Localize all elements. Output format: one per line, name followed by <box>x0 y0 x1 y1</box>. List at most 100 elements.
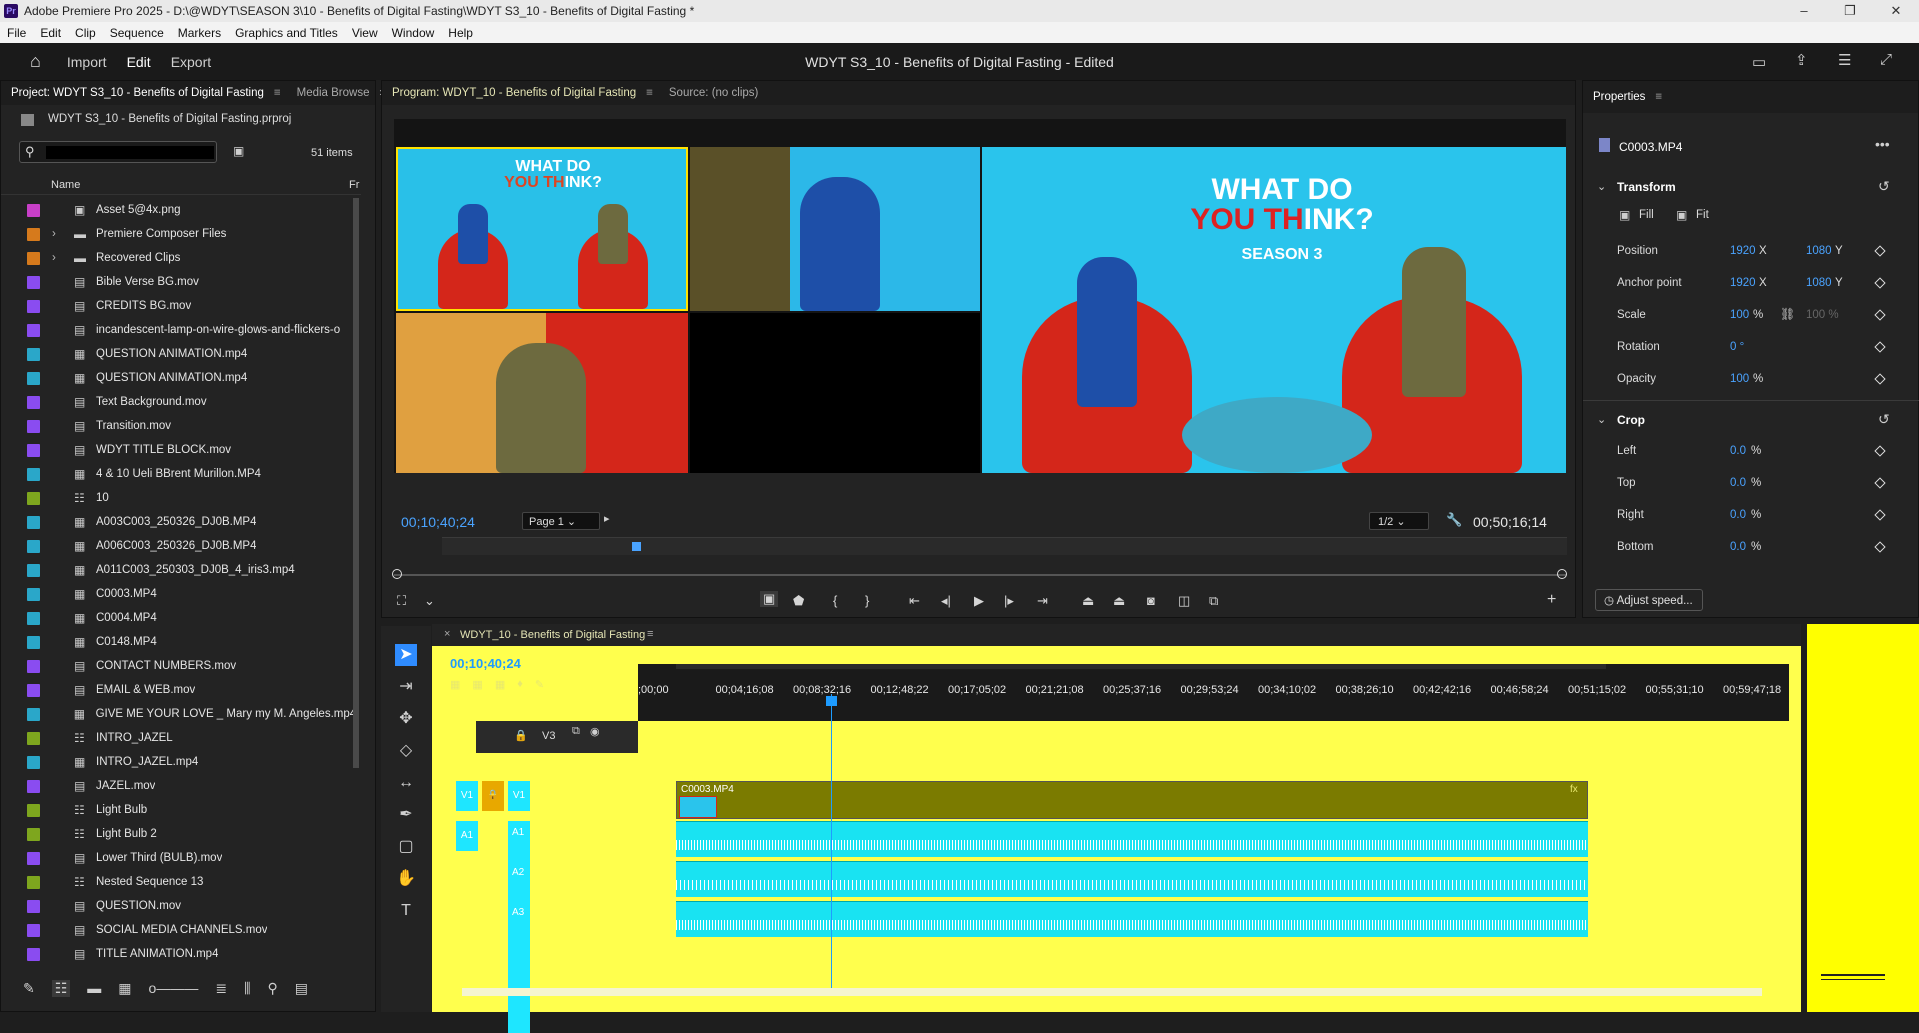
pen-tool-icon[interactable]: ✒ <box>395 804 417 826</box>
resolution-select[interactable]: 1/2 ⌄ <box>1369 512 1429 530</box>
label-color-swatch[interactable] <box>27 947 40 961</box>
list-item[interactable]: ☷ Light Bulb 2 <box>1 822 354 846</box>
label-color-swatch[interactable] <box>27 539 40 553</box>
video-fx-icon[interactable]: fx <box>1570 784 1578 795</box>
label-color-swatch[interactable] <box>27 779 40 793</box>
zoom-bar[interactable] <box>394 574 1566 576</box>
playhead-handle[interactable] <box>826 696 837 706</box>
label-color-swatch[interactable] <box>27 707 40 721</box>
list-item[interactable]: ▤ EMAIL & WEB.mov <box>1 678 354 702</box>
list-item[interactable]: ▤ incandescent-lamp-on-wire-glows-and-fli… <box>1 318 354 342</box>
marker-icon[interactable]: ⬟ <box>793 593 804 609</box>
crop-chevron-icon[interactable]: ⌄ <box>1597 413 1606 426</box>
fill-button[interactable]: Fill <box>1639 209 1654 221</box>
go-to-in-icon[interactable]: ⇤ <box>909 593 920 609</box>
position-y[interactable]: 1080 <box>1806 245 1832 257</box>
timeline-ruler[interactable]: ;00;00 00;04;16;08 00;08;32;16 00;12;48;22 0… <box>638 664 1789 721</box>
safe-margins-icon[interactable]: ⛶ <box>397 593 406 609</box>
page-next-icon[interactable]: ▸ <box>604 512 610 525</box>
step-back-icon[interactable]: ◂| <box>941 593 951 609</box>
find-icon[interactable]: ⚲ <box>268 980 278 997</box>
zoom-handle-left[interactable] <box>392 569 402 579</box>
label-color-swatch[interactable] <box>27 875 40 889</box>
restore-icon[interactable]: ❐ <box>1827 0 1873 22</box>
playhead-line[interactable] <box>831 694 832 994</box>
list-item[interactable]: ▤ Lower Third (BULB).mov <box>1 846 354 870</box>
label-color-swatch[interactable] <box>27 299 40 313</box>
menu-markers[interactable]: Markers <box>171 26 228 40</box>
crop-right-value[interactable]: 0.0 <box>1730 509 1746 521</box>
label-color-swatch[interactable] <box>27 491 40 505</box>
proxy-toggle-icon[interactable]: ⧉ <box>1209 593 1218 609</box>
label-color-swatch[interactable] <box>27 683 40 697</box>
opacity-keyframe-icon[interactable] <box>1874 373 1886 385</box>
label-color-swatch[interactable] <box>27 803 40 817</box>
ripple-edit-icon[interactable]: ✥ <box>395 708 417 730</box>
timeline-timecode[interactable]: 00;10;40;24 <box>450 656 521 671</box>
v1-source-patch[interactable]: V1 <box>456 781 478 811</box>
v3-label[interactable]: V3 <box>542 730 555 742</box>
label-color-swatch[interactable] <box>27 563 40 577</box>
wrench-timeline-icon[interactable]: ♦ <box>517 678 523 700</box>
label-color-swatch[interactable] <box>27 827 40 841</box>
list-item[interactable]: ▤ SOCIAL MEDIA CHANNELS.mov <box>1 918 354 942</box>
a1-label[interactable]: A1 <box>512 827 524 838</box>
more-options-icon[interactable]: ••• <box>1875 136 1890 152</box>
list-scrollbar[interactable] <box>353 198 359 768</box>
play-icon[interactable]: ▶ <box>974 593 984 609</box>
adjust-speed-button[interactable]: ◷ Adjust speed... <box>1595 589 1703 611</box>
list-item[interactable]: ▦ INTRO_JAZEL.mp4 <box>1 750 354 774</box>
label-color-swatch[interactable] <box>27 347 40 361</box>
automate-icon[interactable]: ⫼ <box>244 980 250 997</box>
crop-right-keyframe-icon[interactable] <box>1874 509 1886 521</box>
v1-target[interactable]: V1 <box>508 781 530 811</box>
anchor-y[interactable]: 1080 <box>1806 277 1832 289</box>
folder-icon[interactable]: ▤ <box>295 980 308 997</box>
label-color-swatch[interactable] <box>27 227 40 241</box>
tab-source[interactable]: Source: (no clips) <box>659 87 768 99</box>
anchor-x[interactable]: 1920 <box>1730 277 1756 289</box>
zoom-slider[interactable]: o——— <box>149 980 199 996</box>
timeline-menu-icon[interactable]: ≡ <box>647 628 653 640</box>
list-item[interactable]: › ▬ Recovered Clips <box>1 246 354 270</box>
settings-dropdown-icon[interactable]: ⌄ <box>424 593 435 609</box>
lift-icon[interactable]: ⏏ <box>1082 593 1094 609</box>
label-color-swatch[interactable] <box>27 275 40 289</box>
menu-view[interactable]: View <box>345 26 385 40</box>
list-item[interactable]: ▤ JAZEL.mov <box>1 774 354 798</box>
transform-chevron-icon[interactable]: ⌄ <box>1597 180 1606 193</box>
label-color-swatch[interactable] <box>27 851 40 865</box>
list-view-icon[interactable]: ☷ <box>51 979 71 997</box>
tab-import[interactable]: Import <box>67 54 107 70</box>
label-color-swatch[interactable] <box>27 371 40 385</box>
list-item[interactable]: ▤ Transition.mov <box>1 414 354 438</box>
work-area-bar[interactable] <box>676 664 1606 669</box>
label-color-swatch[interactable] <box>27 203 40 217</box>
label-color-swatch[interactable] <box>27 731 40 745</box>
mark-out-icon[interactable]: } <box>865 593 869 608</box>
list-item[interactable]: ☷ INTRO_JAZEL <box>1 726 354 750</box>
timeline-tab[interactable]: WDYT_10 - Benefits of Digital Fasting <box>460 629 645 641</box>
freeform-view-icon[interactable]: ▦ <box>118 980 131 997</box>
label-color-swatch[interactable] <box>27 443 40 457</box>
label-color-swatch[interactable] <box>27 635 40 649</box>
track-select-icon[interactable]: ⇥ <box>395 676 417 698</box>
button-editor-icon[interactable]: + <box>1547 591 1556 609</box>
list-item[interactable]: ▦ QUESTION ANIMATION.mp4 <box>1 366 354 390</box>
rectangle-tool-icon[interactable]: ▢ <box>395 836 417 858</box>
col-name[interactable]: Name <box>51 179 80 191</box>
razor-tool-icon[interactable]: ◇ <box>395 740 417 762</box>
monitor-ruler[interactable] <box>442 537 1567 555</box>
program-menu-icon[interactable]: ≡ <box>646 87 653 99</box>
label-color-swatch[interactable] <box>27 419 40 433</box>
add-marker-icon[interactable]: ▦ <box>495 678 505 700</box>
minimize-icon[interactable]: – <box>1781 0 1827 22</box>
label-color-swatch[interactable] <box>27 899 40 913</box>
list-item[interactable]: ▦ C0148.MP4 <box>1 630 354 654</box>
expand-chevron-icon[interactable]: › <box>52 228 66 240</box>
captions-icon[interactable]: ✎ <box>535 678 544 700</box>
a2-label[interactable]: A2 <box>512 867 524 878</box>
scale-value[interactable]: 100 <box>1730 309 1749 321</box>
panel-icon[interactable]: ▭ <box>1752 53 1766 71</box>
crop-reset-icon[interactable]: ↺ <box>1878 411 1890 428</box>
